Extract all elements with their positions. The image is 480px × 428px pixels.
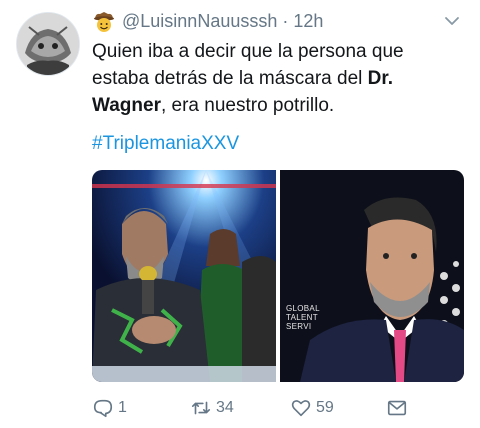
tweet-header: @LuisinnNauusssh · 12h (92, 9, 466, 33)
avatar-image (17, 13, 79, 75)
retweet-count: 34 (216, 399, 234, 416)
reply-count: 1 (118, 399, 127, 416)
tweet-text-part-2: , era nuestro potrillo. (160, 95, 335, 116)
watermark-line-3: SERVI (286, 322, 312, 331)
chevron-down-icon[interactable] (444, 13, 460, 29)
tweet-author-meta: @LuisinnNauusssh · 12h (122, 11, 323, 32)
tweet-text-part-1: Quien iba a decir que la persona que est… (92, 41, 404, 89)
media-photo-wrestler[interactable] (92, 170, 276, 382)
cowboy-emoji-icon (94, 12, 114, 32)
retweet-button[interactable]: 34 (190, 396, 234, 420)
hashtag-link[interactable]: #TriplemaniaXXV (92, 133, 239, 155)
media-watermark: GLOBAL TALENT SERVI (286, 304, 320, 331)
envelope-icon (387, 400, 407, 416)
direct-message-button[interactable] (386, 396, 408, 420)
tweet-timestamp[interactable]: 12h (293, 11, 323, 31)
watermark-line-1: GLOBAL (286, 304, 320, 313)
author-handle[interactable]: @LuisinnNauusssh (122, 11, 277, 31)
watermark-line-2: TALENT (286, 313, 318, 322)
media-photo-portrait[interactable] (280, 170, 464, 382)
tweet-actions: 1 34 59 (92, 396, 464, 420)
tweet-text: Quien iba a decir que la persona que est… (92, 38, 462, 119)
tweet-media[interactable]: GLOBAL TALENT SERVI (92, 170, 464, 382)
retweet-icon (191, 401, 211, 415)
meta-separator: · (282, 11, 289, 31)
avatar[interactable] (16, 12, 80, 76)
like-count: 59 (316, 399, 334, 416)
reply-icon (93, 399, 113, 418)
like-button[interactable]: 59 (290, 396, 334, 420)
reply-button[interactable]: 1 (92, 396, 127, 420)
heart-icon (291, 400, 311, 417)
